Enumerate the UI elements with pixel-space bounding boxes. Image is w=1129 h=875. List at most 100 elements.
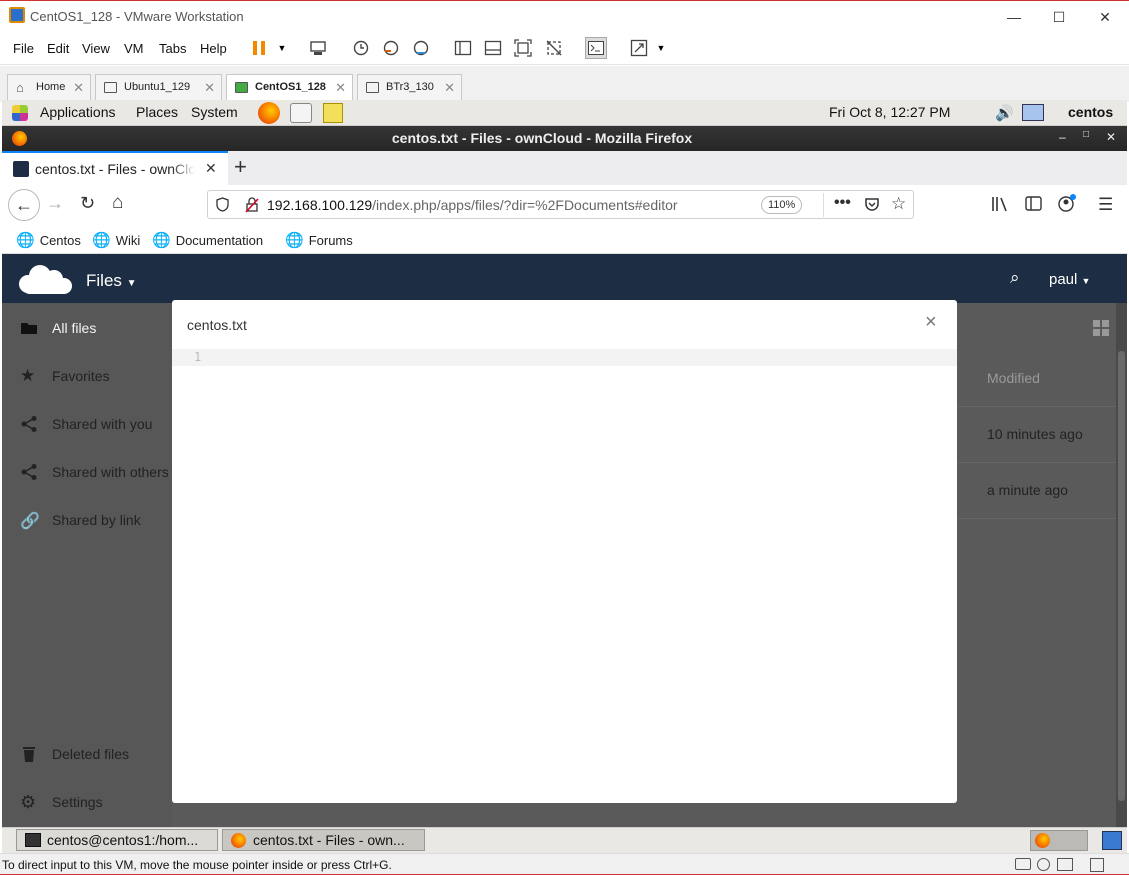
- owncloud-logo-icon[interactable]: [14, 262, 74, 296]
- vm-tab-centos[interactable]: CentOS1_128 ✕: [226, 74, 353, 102]
- editor-text-area[interactable]: [172, 366, 957, 803]
- task-terminal[interactable]: centos@centos1:/hom...: [16, 829, 218, 851]
- nav-deleted-files[interactable]: Deleted files: [52, 746, 129, 762]
- nav-shared-by-link[interactable]: Shared by link: [52, 512, 141, 528]
- unity-icon[interactable]: [543, 37, 565, 59]
- workspace-switcher[interactable]: [1030, 830, 1088, 851]
- network-icon[interactable]: [1022, 104, 1044, 121]
- search-icon[interactable]: ⌕: [1010, 268, 1020, 288]
- maximize-button[interactable]: ☐: [1036, 5, 1082, 29]
- message-log-icon[interactable]: [1090, 858, 1104, 872]
- library-icon[interactable]: [991, 196, 1009, 212]
- hard-disk-icon[interactable]: [1015, 858, 1031, 870]
- nav-all-files[interactable]: All files: [52, 320, 96, 336]
- ff-minimize-button[interactable]: –: [1059, 130, 1066, 144]
- console-view-icon[interactable]: [585, 37, 607, 59]
- snapshot-icon[interactable]: [350, 37, 372, 59]
- row-divider: [957, 518, 1116, 519]
- sidebar-toggle-icon[interactable]: [1025, 196, 1043, 212]
- folder-icon: [20, 319, 38, 337]
- zoom-reset-button[interactable]: 110%: [761, 196, 803, 214]
- firefox-launcher-icon[interactable]: [258, 102, 280, 124]
- clock[interactable]: Fri Oct 8, 12:27 PM: [829, 104, 950, 120]
- app-switcher[interactable]: Files ▼: [86, 271, 137, 291]
- user-menu[interactable]: paul ▼: [1049, 271, 1090, 288]
- minimize-button[interactable]: —: [991, 5, 1037, 29]
- show-thumbnail-icon[interactable]: [482, 37, 504, 59]
- vm-tab-ubuntu[interactable]: Ubuntu1_129 ✕: [95, 74, 222, 102]
- ff-close-button[interactable]: ✕: [1106, 130, 1116, 144]
- nav-shared-with-you[interactable]: Shared with you: [52, 416, 152, 432]
- menu-edit[interactable]: Edit: [47, 41, 69, 56]
- page-actions-icon[interactable]: •••: [834, 194, 851, 212]
- grid-view-icon[interactable]: [1093, 320, 1109, 336]
- reload-icon[interactable]: ↻: [80, 193, 95, 214]
- menu-tabs[interactable]: Tabs: [159, 41, 186, 56]
- places-menu[interactable]: Places: [136, 104, 178, 120]
- network-adapter-icon[interactable]: [1057, 858, 1073, 871]
- pause-dropdown-icon[interactable]: ▼: [271, 37, 293, 59]
- snapshot-manager-icon[interactable]: [410, 37, 432, 59]
- stretch-dropdown-icon[interactable]: ▼: [650, 37, 672, 59]
- nav-favorites[interactable]: Favorites: [52, 368, 110, 384]
- menu-view[interactable]: View: [82, 41, 110, 56]
- forward-icon[interactable]: →: [46, 193, 64, 214]
- volume-icon[interactable]: 🔊: [995, 104, 1014, 122]
- page-scrollbar[interactable]: [1116, 303, 1127, 827]
- hamburger-menu-icon[interactable]: ☰: [1098, 195, 1113, 215]
- show-library-icon[interactable]: [452, 37, 474, 59]
- url-text[interactable]: 192.168.100.129/index.php/apps/files/?di…: [267, 197, 678, 213]
- nav-shared-with-others[interactable]: Shared with others: [52, 464, 169, 480]
- new-tab-icon[interactable]: +: [234, 154, 247, 180]
- applications-menu[interactable]: Applications: [40, 104, 116, 120]
- pause-icon[interactable]: [248, 37, 270, 59]
- vm-tab-label: Ubuntu1_129: [124, 81, 191, 93]
- notes-launcher-icon[interactable]: [323, 103, 343, 123]
- nav-settings[interactable]: Settings: [52, 794, 103, 810]
- back-icon[interactable]: ←: [8, 189, 40, 221]
- home-icon[interactable]: ⌂: [112, 192, 123, 214]
- fullscreen-icon[interactable]: [512, 37, 534, 59]
- revert-snapshot-icon[interactable]: [380, 37, 402, 59]
- bookmark-wiki[interactable]: 🌐 Wiki: [92, 231, 140, 249]
- editor-active-line[interactable]: 1: [172, 349, 957, 366]
- mail-launcher-icon[interactable]: [290, 103, 312, 123]
- bookmark-documentation[interactable]: 🌐 Documentation: [152, 231, 263, 249]
- ff-maximize-button[interactable]: □: [1083, 129, 1089, 140]
- send-ctrl-alt-del-icon[interactable]: [307, 37, 329, 59]
- caret-down-icon: ▼: [1081, 276, 1091, 286]
- close-tab-icon[interactable]: ✕: [444, 80, 455, 96]
- close-tab-icon[interactable]: ✕: [204, 80, 215, 96]
- shield-icon[interactable]: [216, 197, 229, 212]
- menu-file[interactable]: File: [13, 41, 34, 56]
- close-editor-icon[interactable]: ×: [925, 311, 937, 334]
- insecure-lock-icon[interactable]: [245, 197, 259, 213]
- close-tab-icon[interactable]: ✕: [73, 80, 84, 96]
- panel-username[interactable]: centos: [1068, 104, 1113, 120]
- bookmark-centos[interactable]: 🌐 Centos: [16, 231, 81, 249]
- close-window-button[interactable]: ✕: [1082, 5, 1128, 29]
- row-divider: [957, 462, 1116, 463]
- column-header-modified[interactable]: Modified: [987, 370, 1040, 386]
- pocket-icon[interactable]: [864, 197, 880, 212]
- stretch-guest-icon[interactable]: [628, 37, 650, 59]
- close-tab-icon[interactable]: ✕: [335, 80, 346, 96]
- globe-icon: 🌐: [92, 232, 111, 249]
- vm-tab-btr3[interactable]: BTr3_130 ✕: [357, 74, 462, 102]
- bookmark-star-icon[interactable]: ☆: [891, 194, 906, 214]
- centos-logo-icon: [12, 105, 28, 121]
- menu-vm[interactable]: VM: [124, 41, 144, 56]
- trash-applet-icon[interactable]: [1102, 831, 1122, 850]
- menu-help[interactable]: Help: [200, 41, 227, 56]
- account-icon[interactable]: [1057, 194, 1076, 212]
- url-bar[interactable]: 192.168.100.129/index.php/apps/files/?di…: [207, 190, 914, 219]
- system-menu[interactable]: System: [191, 104, 238, 120]
- browser-tab[interactable]: centos.txt - Files - ownCloud ✕: [2, 151, 228, 185]
- vm-tab-home[interactable]: ⌂ Home ✕: [7, 74, 91, 102]
- cd-rom-icon[interactable]: [1037, 858, 1050, 871]
- close-tab-icon[interactable]: ✕: [205, 160, 217, 177]
- trash-icon: [20, 745, 38, 763]
- scrollbar-thumb[interactable]: [1118, 351, 1125, 801]
- bookmark-forums[interactable]: 🌐 Forums: [285, 231, 353, 249]
- task-firefox[interactable]: centos.txt - Files - own...: [222, 829, 425, 851]
